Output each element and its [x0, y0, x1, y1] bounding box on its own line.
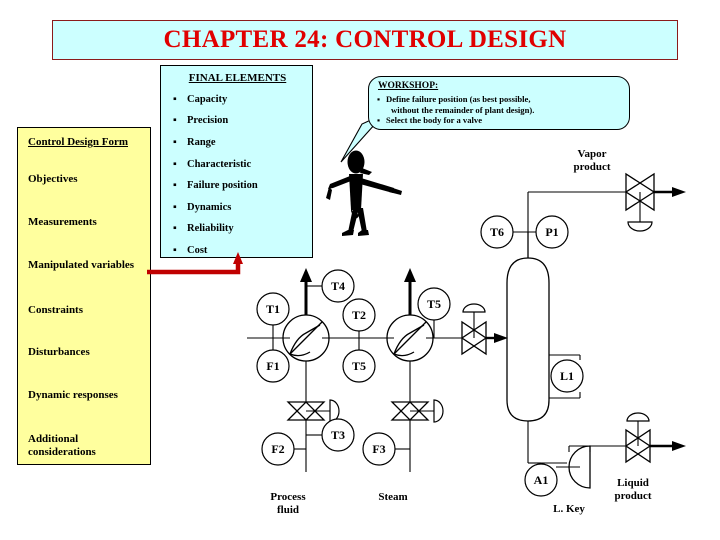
instrument-bubble-t3[interactable]: T3: [321, 418, 355, 452]
liquid-product-label2: product: [614, 490, 652, 502]
bottoms-pump: [556, 445, 591, 489]
instrument-tag: T5: [352, 359, 366, 373]
liquid-product-label: Liquid: [617, 477, 649, 489]
steam-valve: [390, 399, 444, 423]
instrument-tag: T6: [490, 225, 504, 239]
instrument-bubble-f3[interactable]: F3: [362, 432, 396, 466]
steam-label: Steam: [378, 491, 408, 503]
instrument-bubble-t1[interactable]: T1: [256, 292, 290, 326]
light-key-label: L. Key: [553, 503, 585, 515]
instrument-bubble-t2[interactable]: T2: [342, 298, 376, 332]
process-flow-diagram: T6 P1 T1 F1 T4 T2 T5 T5 T3 F2 F3 L1 A1: [247, 172, 686, 497]
instrument-bubble-l1[interactable]: L1: [550, 359, 584, 393]
process-fluid-label: Process: [270, 491, 306, 503]
instrument-tag: A1: [534, 473, 549, 487]
process-fluid-valve: [286, 399, 340, 423]
liquid-product-valve: [624, 412, 686, 464]
instrument-tag: T1: [266, 302, 280, 316]
vapor-product-label: Vapor: [577, 148, 607, 160]
instrument-tag: T2: [352, 308, 366, 322]
instrument-tag: F2: [271, 442, 284, 456]
instrument-bubble-f1[interactable]: F1: [256, 349, 290, 383]
process-fluid-label2: fluid: [276, 504, 299, 516]
vapor-product-valve: [624, 172, 686, 232]
vapor-product-label2: product: [573, 161, 611, 173]
instrument-bubble-f2[interactable]: F2: [261, 432, 295, 466]
instrument-tag: F1: [266, 359, 279, 373]
feed-valve: [460, 303, 508, 356]
instrument-bubble-t6[interactable]: T6: [480, 215, 514, 249]
instrument-tag: F3: [372, 442, 385, 456]
instrument-tag: L1: [560, 369, 574, 383]
instrument-tag: T4: [331, 279, 345, 293]
instrument-bubble-t5[interactable]: T5: [342, 349, 376, 383]
instrument-tag: T5: [427, 297, 441, 311]
distillation-vessel: [506, 257, 550, 422]
instrument-tag: T3: [331, 428, 345, 442]
instrument-bubble-a1[interactable]: A1: [524, 463, 558, 497]
instrument-bubble-t4[interactable]: T4: [321, 269, 355, 303]
instrument-tag: P1: [545, 225, 558, 239]
instrument-bubble-p1[interactable]: P1: [535, 215, 569, 249]
instrument-bubble-t5[interactable]: T5: [417, 287, 451, 321]
slide-canvas: CHAPTER 24: CONTROL DESIGN Control Desig…: [0, 0, 720, 540]
